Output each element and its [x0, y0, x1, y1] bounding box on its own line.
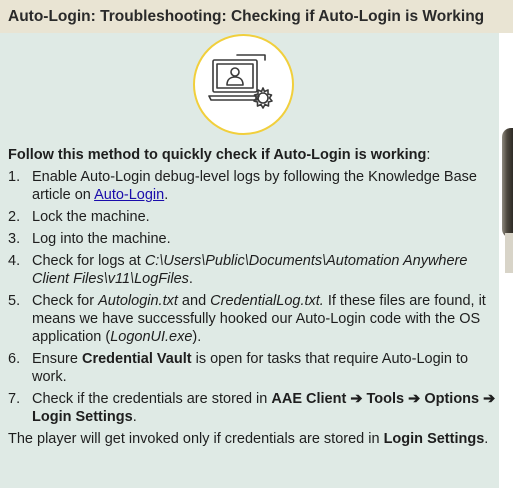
- steps-list: 1. Enable Auto-Login debug-level logs by…: [8, 168, 496, 426]
- step-item: 3. Log into the machine.: [8, 231, 171, 247]
- nav-aae-client: AAE Client: [271, 391, 347, 407]
- login-settings-label: Login Settings: [383, 431, 485, 447]
- credential-vault-label: Credential Vault: [81, 351, 192, 367]
- nav-tools: Tools: [366, 391, 405, 407]
- arrow-right-icon: ➔: [479, 391, 496, 407]
- autologin-file-name: Autologin.txt: [98, 293, 178, 309]
- step-item: 1. Enable Auto-Login debug-level logs by…: [8, 169, 477, 203]
- nav-login-settings: Login Settings: [32, 409, 133, 425]
- step-item: 7. Check if the credentials are stored i…: [8, 391, 496, 425]
- footer-note: The player will get invoked only if cred…: [8, 431, 489, 447]
- device-image-base: [505, 233, 513, 273]
- step-item: 5. Check for Autologin.txt and Credentia…: [8, 293, 486, 345]
- arrow-right-icon: ➔: [404, 391, 425, 407]
- instructions-content: Follow this method to quickly check if A…: [8, 146, 496, 448]
- credential-log-file-name: CredentialLog.txt.: [210, 293, 324, 309]
- intro-text: Follow this method to quickly check if A…: [8, 147, 431, 163]
- step-item: 4. Check for logs at C:\Users\Public\Doc…: [8, 253, 468, 287]
- step-item: 6. Ensure Credential Vault is open for t…: [8, 351, 469, 385]
- intro-heading: Follow this method to quickly check if A…: [8, 147, 427, 163]
- nav-options: Options: [424, 391, 480, 407]
- page-title: Auto-Login: Troubleshooting: Checking if…: [8, 8, 485, 25]
- laptop-user-gear-icon: [208, 54, 273, 109]
- slide-title-bar: Auto-Login: Troubleshooting: Checking if…: [0, 0, 513, 33]
- arrow-right-icon: ➔: [346, 391, 367, 407]
- device-image-edge: [502, 128, 513, 238]
- logonui-exe-name: LogonUI.exe: [110, 329, 193, 345]
- side-image-strip: [499, 33, 513, 488]
- auto-login-kb-link[interactable]: Auto-Login: [94, 187, 164, 203]
- step-item: 2. Lock the machine.: [8, 209, 150, 225]
- computer-user-settings-icon: [193, 34, 294, 135]
